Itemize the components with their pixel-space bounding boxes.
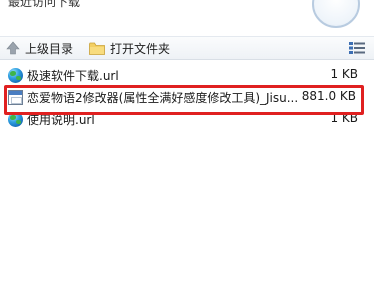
file-row[interactable]: 极速软件下载.url 1 KB [0,64,374,86]
file-size: 881.0 KB [301,89,356,103]
file-name: 使用说明.url [27,113,95,127]
file-row[interactable]: 恋爱物语2修改器(属性全满好感度修改工具)_Jisu... 881.0 KB [0,86,374,108]
header-area: 最近访问下载 [0,0,374,36]
open-folder-label: 打开文件夹 [110,41,171,56]
internet-shortcut-icon [8,112,23,127]
executable-icon [8,90,23,105]
up-arrow-icon [6,41,20,55]
up-directory-label: 上级目录 [25,41,74,56]
up-directory-button[interactable]: 上级目录 [6,37,73,59]
toolbar: 上级目录 打开文件夹 [0,36,374,60]
file-row[interactable]: 使用说明.url 1 KB [0,108,374,130]
file-size: 1 KB [330,111,358,125]
header-partial-text: 最近访问下载 [8,0,81,9]
logo-ring-icon [312,0,360,28]
file-name: 极速软件下载.url [27,69,119,83]
view-details-icon [349,42,365,54]
file-size: 1 KB [330,67,358,81]
file-browser-window: 最近访问下载 上级目录 打开文件夹 极速软件下载.url 1 KB 恋爱物语2修… [0,0,374,296]
open-folder-button[interactable]: 打开文件夹 [89,37,170,59]
view-mode-button[interactable] [348,37,366,59]
internet-shortcut-icon [8,68,23,83]
file-name: 恋爱物语2修改器(属性全满好感度修改工具)_Jisu... [27,91,297,105]
folder-icon [89,42,105,55]
file-list: 极速软件下载.url 1 KB 恋爱物语2修改器(属性全满好感度修改工具)_Ji… [0,64,374,130]
